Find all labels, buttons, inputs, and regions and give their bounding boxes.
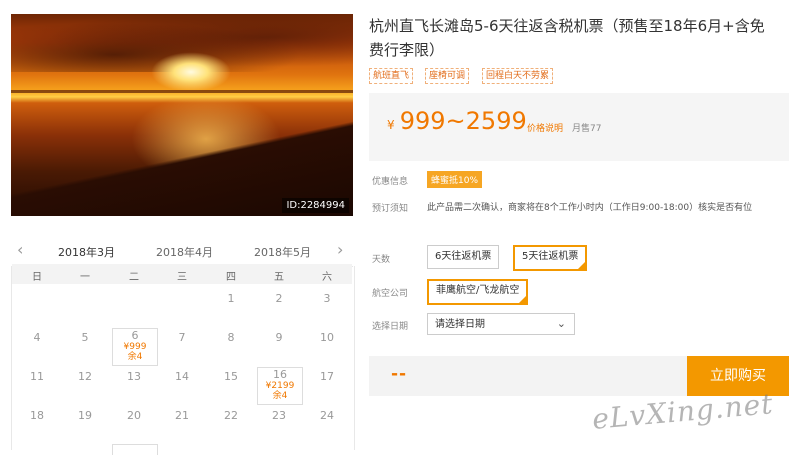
calendar-day: 18 bbox=[30, 409, 44, 422]
monthly-sales: 月售77 bbox=[572, 124, 602, 134]
calendar-day: 10 bbox=[320, 331, 334, 344]
calendar-day-available[interactable]: 6 ¥999 余4 bbox=[112, 328, 158, 366]
product-tag: 座椅可调 bbox=[425, 68, 470, 84]
calendar-day: 13 bbox=[127, 370, 141, 383]
calendar-day: 11 bbox=[30, 370, 44, 383]
weekday-wed: 三 bbox=[177, 272, 187, 283]
photo-horizon bbox=[11, 90, 353, 93]
weekday-thu: 四 bbox=[226, 272, 236, 283]
promo-badge: 蜂蜜抵10% bbox=[427, 171, 483, 188]
date-select[interactable]: 请选择日期 ⌄ bbox=[427, 313, 575, 335]
total-price: -- bbox=[391, 364, 408, 384]
weekday-sat: 六 bbox=[322, 272, 332, 283]
day-stock: 余4 bbox=[127, 352, 143, 362]
calendar-day: 1 bbox=[227, 292, 235, 305]
calendar-day: 22 bbox=[224, 409, 238, 422]
booking-note: 此产品需二次确认，商家将在8个工作小时内（工作日9:00-18:00）核实是否有… bbox=[427, 203, 753, 213]
calendar-day: 8 bbox=[227, 331, 235, 344]
product-photo: ID:2284994 bbox=[11, 14, 353, 216]
calendar-day: 9 bbox=[275, 331, 283, 344]
promo-label: 优惠信息 bbox=[372, 177, 409, 187]
calendar-day: 21 bbox=[175, 409, 189, 422]
day-price: ¥2199 bbox=[265, 381, 295, 391]
weekday-fri: 五 bbox=[274, 272, 284, 283]
days-label: 天数 bbox=[372, 255, 391, 265]
calendar-day: 12 bbox=[78, 370, 92, 383]
chevron-left-icon[interactable]: ‹ bbox=[17, 240, 23, 259]
calendar-day: 19 bbox=[78, 409, 92, 422]
calendar-day: 23 bbox=[272, 409, 286, 422]
currency-symbol: ¥ bbox=[387, 118, 395, 132]
calendar-day: 20 bbox=[127, 409, 141, 422]
buy-bar: -- 立即购买 bbox=[369, 356, 789, 396]
days-option-5[interactable]: 5天往返机票 bbox=[513, 245, 588, 271]
airline-option[interactable]: 菲鹰航空/飞龙航空 bbox=[427, 279, 529, 305]
price: ¥ 999~2599 bbox=[387, 107, 527, 135]
calendar-day: 24 bbox=[320, 409, 334, 422]
calendar-day: 7 bbox=[178, 331, 186, 344]
chevron-down-icon: ⌄ bbox=[556, 317, 566, 330]
date-select-value: 请选择日期 bbox=[435, 319, 485, 330]
weekday-tue: 二 bbox=[129, 272, 139, 283]
chevron-right-icon[interactable]: › bbox=[337, 240, 343, 259]
calendar-day: 4 bbox=[33, 331, 41, 344]
price-note-link[interactable]: 价格说明 bbox=[527, 121, 563, 134]
calendar-day: 17 bbox=[320, 370, 334, 383]
photo-sun bbox=[151, 52, 231, 92]
product-tag: 回程白天不劳累 bbox=[482, 68, 554, 84]
weekday-mon: 一 bbox=[80, 272, 90, 283]
month-tab-april[interactable]: 2018年4月 bbox=[156, 244, 213, 260]
calendar-month-nav: ‹ 2018年3月 2018年4月 2018年5月 › bbox=[11, 236, 353, 267]
product-tag: 航班直飞 bbox=[369, 68, 414, 84]
weekday-sun: 日 bbox=[32, 272, 42, 283]
day-stock: 余4 bbox=[272, 391, 288, 401]
day-number: 16 bbox=[273, 368, 287, 381]
calendar-day: 15 bbox=[224, 370, 238, 383]
calendar-day: 3 bbox=[323, 292, 331, 305]
calendar-day-available[interactable]: 16 ¥2199 余4 bbox=[257, 367, 303, 405]
calendar-day: 5 bbox=[81, 331, 89, 344]
day-number: 6 bbox=[131, 329, 139, 342]
photo-id-label: ID:2284994 bbox=[282, 198, 349, 213]
price-box: ¥ 999~2599 价格说明 月售77 bbox=[369, 93, 789, 161]
day-price: ¥999 bbox=[123, 342, 147, 352]
booking-label: 预订须知 bbox=[372, 204, 409, 214]
month-tab-march[interactable]: 2018年3月 bbox=[58, 244, 115, 260]
date-label: 选择日期 bbox=[372, 322, 409, 332]
airline-label: 航空公司 bbox=[372, 289, 409, 299]
calendar-day: 2 bbox=[275, 292, 283, 305]
price-range: 999~2599 bbox=[399, 107, 527, 135]
product-title: 杭州直飞长滩岛5-6天往返含税机票（预售至18年6月+含免费行李限） bbox=[369, 17, 765, 59]
calendar-day: 14 bbox=[175, 370, 189, 383]
days-option-6[interactable]: 6天往返机票 bbox=[427, 245, 500, 269]
month-tab-may[interactable]: 2018年5月 bbox=[254, 244, 311, 260]
